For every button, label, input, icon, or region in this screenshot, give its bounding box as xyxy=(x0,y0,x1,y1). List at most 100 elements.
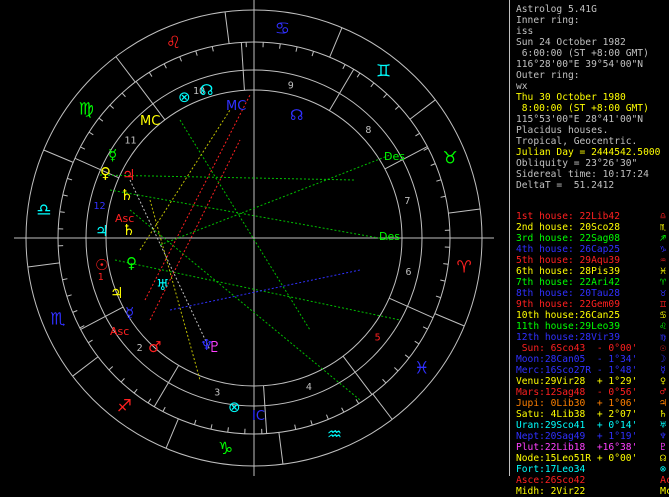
zodiac-sign-icon: ♌ xyxy=(166,33,181,53)
outer-ring-label: Outer ring: xyxy=(516,70,580,81)
planet-glyph-icon: ♃ xyxy=(95,222,108,240)
zodiac-sign-icon: ♉ xyxy=(443,149,458,169)
planet-glyph-icon: ♇ xyxy=(208,338,221,356)
planet-row: Moon:28Can05 - 1°34' xyxy=(516,354,637,365)
planet-glyph-icon: ⊗ xyxy=(660,464,666,475)
aspect-line xyxy=(100,175,355,180)
degree-tick xyxy=(415,341,419,344)
sign-divider xyxy=(410,100,435,119)
sign-divider xyxy=(279,432,283,464)
degree-tick xyxy=(163,407,165,411)
house-number: 11 xyxy=(124,136,136,147)
degree-tick xyxy=(280,44,281,49)
sign-glyph-icon: ♏ xyxy=(660,222,666,233)
sign-glyph-icon: ♐ xyxy=(660,233,666,244)
inner-coords: 116°28'00"E 39°54'00"N xyxy=(516,59,643,70)
degree-tick xyxy=(211,424,212,429)
degree-tick xyxy=(180,57,182,62)
planet-glyph-icon: ♀ xyxy=(126,254,137,272)
house-cusp xyxy=(389,298,433,318)
app-title: Astrolog 5.41G xyxy=(516,4,597,15)
house-cusp xyxy=(241,42,244,90)
sign-divider xyxy=(330,28,342,58)
descendant-label: Des xyxy=(384,150,405,163)
julian-day: Julian Day = 2444542.5000 xyxy=(516,147,660,158)
sign-divider xyxy=(116,57,135,82)
degree-tick xyxy=(194,420,196,425)
planet-glyph-icon: ☉ xyxy=(660,343,666,354)
degree-tick xyxy=(436,180,441,181)
ascendant-outer-label: Asc xyxy=(110,325,129,338)
degree-tick xyxy=(415,133,419,136)
planet-glyph-icon: ♇ xyxy=(660,442,666,453)
planet-glyph-icon: ☿ xyxy=(108,146,117,164)
outer-name: wx xyxy=(516,81,528,92)
planet-glyph-icon: ♀ xyxy=(660,376,666,387)
sign-glyph-icon: ♊ xyxy=(660,299,666,310)
planet-glyph-icon: ♄ xyxy=(122,221,135,239)
planet-glyph-icon: ♂ xyxy=(148,338,161,356)
inner-ring-label: Inner ring: xyxy=(516,15,580,26)
degree-tick xyxy=(405,355,409,358)
degree-tick xyxy=(436,296,441,298)
degree-tick xyxy=(62,279,67,280)
degree-tick xyxy=(99,118,103,121)
planet-glyph-icon: Ac xyxy=(660,475,669,486)
degree-tick xyxy=(149,72,152,76)
inner-time: 6:00:00 (ST +8:00 GMT) xyxy=(516,48,649,59)
house-row: 8th house: 20Tau28 xyxy=(516,288,620,299)
house-row: 10th house:26Can25 xyxy=(516,310,620,321)
house-number: 8 xyxy=(365,125,371,136)
planet-glyph-icon: ♂ xyxy=(660,387,666,398)
degree-tick xyxy=(67,178,72,180)
planet-glyph-icon: ☿ xyxy=(660,365,666,376)
house-row: 12th house:28Vir39 xyxy=(516,332,620,343)
degree-tick xyxy=(356,399,359,403)
degree-tick xyxy=(440,280,445,281)
sign-divider xyxy=(435,314,465,326)
sign-divider xyxy=(28,263,60,267)
zodiac-sign-icon: ♓ xyxy=(414,359,429,379)
house-row: 9th house: 22Gem09 xyxy=(516,299,620,310)
degree-tick xyxy=(311,420,312,425)
planet-glyph-icon: ⊗ xyxy=(178,88,191,106)
house-number: 2 xyxy=(137,343,143,354)
degree-tick xyxy=(80,147,84,149)
degree-tick xyxy=(63,195,68,196)
sign-glyph-icon: ♌ xyxy=(660,321,666,332)
zodiac-sign-icon: ♑ xyxy=(218,439,233,459)
planet-glyph-icon: ♃ xyxy=(110,284,123,302)
degree-tick xyxy=(212,46,213,51)
planet-glyph-icon: ♅ xyxy=(156,276,169,294)
house-system: Placidus houses. xyxy=(516,125,608,136)
aspect-line xyxy=(140,110,230,250)
inner-date: Sun 24 October 1982 xyxy=(516,37,626,48)
zodiac-sign-icon: ♍ xyxy=(79,99,94,119)
degree-tick xyxy=(121,378,124,382)
planet-row: Fort:17Leo34 xyxy=(516,464,591,475)
sign-divider xyxy=(448,209,480,213)
house-row: 11th house:29Leo39 xyxy=(516,321,620,332)
imum-coeli-label: IC xyxy=(252,409,265,424)
planet-glyph-icon: ⊗ xyxy=(228,398,241,416)
sidereal-time: Sidereal time: 10:17:24 xyxy=(516,169,649,180)
degree-tick xyxy=(122,93,125,97)
planet-row: Satu: 4Lib38 + 2°07' xyxy=(516,409,637,420)
planet-glyph-icon: ♅ xyxy=(660,420,666,431)
midheaven-outer-label: MC xyxy=(226,99,246,114)
house-row: 6th house: 28Pis39 xyxy=(516,266,620,277)
degree-tick xyxy=(134,389,137,393)
outer-date: Thu 30 October 1980 xyxy=(516,92,626,103)
degree-tick xyxy=(312,51,314,56)
planet-row: Node:15Leo51R + 0°00' xyxy=(516,453,637,464)
planet-row: Nept:20Sag49 + 1°19' xyxy=(516,431,637,442)
inner-name: iss xyxy=(516,26,533,37)
sign-glyph-icon: ♋ xyxy=(660,310,666,321)
house-number: 4 xyxy=(306,382,312,393)
planet-glyph-icon: ☊ xyxy=(200,81,213,99)
degree-tick xyxy=(326,415,328,420)
degree-tick xyxy=(443,264,448,265)
degree-tick xyxy=(441,196,446,197)
planet-glyph-icon: ☽ xyxy=(660,354,666,365)
house-number: 7 xyxy=(404,196,410,207)
